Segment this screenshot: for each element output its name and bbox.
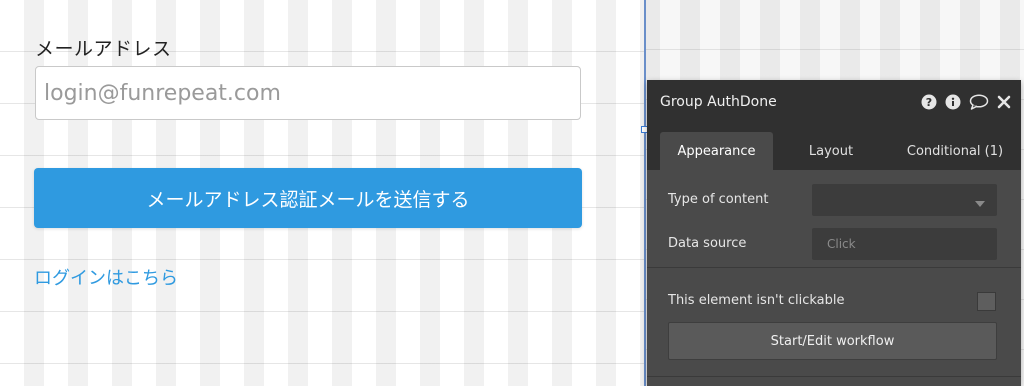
- not-clickable-checkbox[interactable]: [977, 292, 996, 311]
- tab-layout[interactable]: Layout: [773, 132, 889, 170]
- not-clickable-label: This element isn't clickable: [668, 293, 845, 308]
- start-edit-workflow-button[interactable]: Start/Edit workflow: [668, 322, 997, 360]
- type-of-content-label: Type of content: [668, 192, 769, 207]
- comment-icon[interactable]: [969, 94, 989, 110]
- panel-divider-bottom: [647, 376, 1021, 377]
- panel-divider: [647, 267, 1021, 268]
- panel-header[interactable]: Group AuthDone ?: [647, 80, 1021, 124]
- tab-conditional[interactable]: Conditional (1): [889, 132, 1021, 170]
- help-icon[interactable]: ?: [921, 94, 937, 110]
- data-source-field[interactable]: Click: [812, 228, 997, 260]
- close-icon[interactable]: [997, 95, 1011, 109]
- chevron-down-icon: [975, 196, 985, 210]
- data-source-label: Data source: [668, 236, 747, 251]
- panel-title: Group AuthDone: [660, 94, 777, 110]
- tab-appearance[interactable]: Appearance: [660, 132, 773, 170]
- info-icon[interactable]: [945, 94, 961, 110]
- type-of-content-dropdown[interactable]: [812, 184, 997, 216]
- email-input[interactable]: [35, 66, 581, 120]
- page-boundary: [644, 0, 646, 386]
- email-label: メールアドレス: [35, 38, 172, 60]
- svg-text:?: ?: [926, 96, 932, 109]
- login-link[interactable]: ログインはこちら: [34, 264, 178, 290]
- send-verification-email-button[interactable]: メールアドレス認証メールを送信する: [34, 168, 582, 228]
- property-editor-panel: Group AuthDone ? Appearance Layout Condi…: [647, 80, 1021, 386]
- panel-tabs: Appearance Layout Conditional (1): [647, 124, 1021, 170]
